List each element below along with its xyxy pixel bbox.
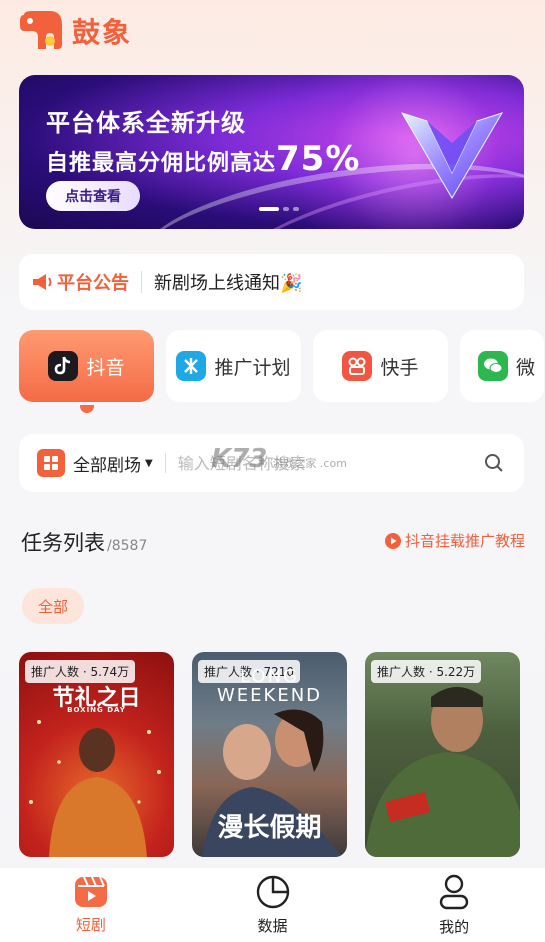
filter-chip-all[interactable]: 全部 [22,588,84,624]
nav-data[interactable]: 数据 [182,868,364,942]
tab-kuaishou[interactable]: 快手 [313,330,448,402]
card-subtitle: BOXING DAY [67,706,126,714]
tutorial-link[interactable]: 抖音挂载推广教程 [384,530,525,551]
kuaishou-icon [342,351,373,381]
app-name: 鼓象 [72,16,133,49]
view-details-button[interactable]: 点击查看 [46,181,140,211]
nav-profile[interactable]: 我的 [363,868,545,942]
banner-subheadline: 自推最高分佣比例高达75% [46,139,361,179]
grid-category-icon [37,449,65,477]
announcement-text: 新剧场上线通知🎉 [154,273,303,294]
announcement-tag: 平台公告 [57,273,129,294]
tab-douyin[interactable]: 抖音 [19,330,154,402]
pie-chart-icon [256,875,289,908]
search-icon[interactable] [484,453,504,473]
watermark: K73 游戏之家 .com [211,446,347,472]
bottom-navigation: 短剧 数据 我的 [0,868,545,942]
search-bar: 全部剧场 ▼ K73 游戏之家 .com [19,434,524,492]
play-icon [384,532,401,549]
card-title: 漫长假期 [217,813,322,843]
v-emblem-icon [400,112,504,199]
caret-down-icon[interactable]: ▼ [145,458,153,469]
plan-icon [176,351,207,381]
nav-short-drama[interactable]: 短剧 [0,868,182,942]
carousel-indicator [259,207,299,211]
drama-card[interactable]: 推广人数 · 5.22万 [365,652,520,857]
megaphone-icon [33,274,52,290]
promo-banner[interactable]: 平台体系全新升级 自推最高分佣比例高达75% 点击查看 [19,75,524,229]
platform-tabs: 抖音 推广计划 快手 微 [19,330,544,404]
drama-card[interactable]: 推广人数 · 7210 LONG WEEKEND 漫长假期 [192,652,347,857]
user-icon [439,874,469,909]
task-count: /8587 [107,538,148,554]
promoter-count-badge: 推广人数 · 5.22万 [371,660,482,683]
douyin-icon [48,351,79,381]
theater-category-dropdown[interactable]: 全部剧场 [73,451,141,476]
drama-card[interactable]: 推广人数 · 5.74万 节礼之日 BOXING DAY [19,652,174,857]
banner-headline: 平台体系全新升级 [46,109,246,137]
clapper-icon [74,876,107,907]
announcement-bar[interactable]: 平台公告 新剧场上线通知🎉 [19,254,524,310]
elephant-logo-icon [18,11,64,51]
drama-cards: 推广人数 · 5.74万 节礼之日 BOXING DAY 推广人数 · 7210… [19,652,520,857]
banner-percentage: 75% [276,139,361,179]
watermark-subtext: 游戏之家 .com [272,457,347,470]
tab-wechat[interactable]: 微 [460,330,544,402]
task-list-title: 任务列表/8587 [21,531,148,555]
tab-promotion-plan[interactable]: 推广计划 [166,330,301,402]
card-subtitle: LONG WEEKEND [216,666,323,706]
app-header: 鼓象 [18,10,132,52]
active-tab-indicator [80,405,94,413]
wechat-icon [478,351,508,381]
watermark-logo: K73 [211,444,268,474]
